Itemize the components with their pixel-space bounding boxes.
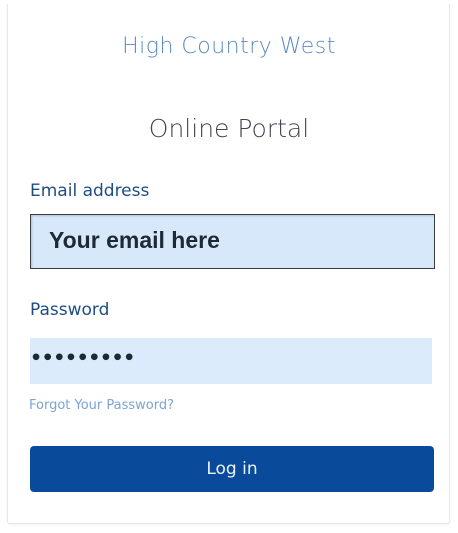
email-label: Email address: [30, 181, 150, 201]
page-title: Online Portal: [148, 114, 310, 143]
brand-name: High Country West: [122, 34, 336, 59]
email-field[interactable]: Your email here: [30, 214, 435, 269]
forgot-password-link[interactable]: Forgot Your Password?: [29, 398, 174, 413]
login-button[interactable]: Log in: [30, 446, 434, 492]
password-label: Password: [30, 300, 110, 320]
password-field[interactable]: •••••••••: [30, 338, 432, 384]
login-page: High Country West Online Portal Email ad…: [0, 0, 458, 533]
